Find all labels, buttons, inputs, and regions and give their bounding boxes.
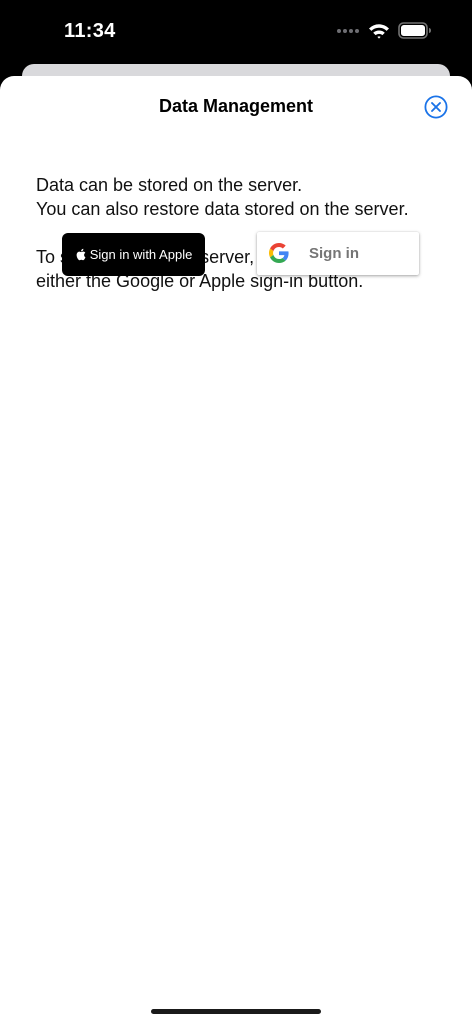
sign-in-with-apple-button[interactable]: Sign in with Apple: [62, 233, 205, 276]
storage-info-paragraph: Data can be stored on the server. You ca…: [36, 173, 446, 221]
apple-logo-icon: [76, 248, 86, 261]
status-bar: 11:34: [0, 0, 472, 64]
text-line: You can also restore data stored on the …: [36, 199, 409, 219]
apple-button-label: Sign in with Apple: [89, 247, 193, 262]
google-sign-in-button[interactable]: Sign in: [257, 232, 419, 275]
google-logo-icon: [269, 243, 289, 263]
status-time: 11:34: [64, 20, 116, 42]
wifi-icon: [369, 23, 389, 39]
google-button-label: Sign in: [309, 245, 359, 262]
battery-icon: [398, 22, 431, 39]
signal-dots-icon: [337, 28, 359, 33]
data-management-sheet: Data Management Data can be stored on th…: [0, 76, 472, 1024]
close-icon[interactable]: [424, 95, 448, 119]
status-icons: [336, 22, 432, 39]
home-indicator[interactable]: [151, 1009, 321, 1014]
text-line: Data can be stored on the server.: [36, 175, 303, 195]
sheet-title: Data Management: [158, 96, 314, 116]
